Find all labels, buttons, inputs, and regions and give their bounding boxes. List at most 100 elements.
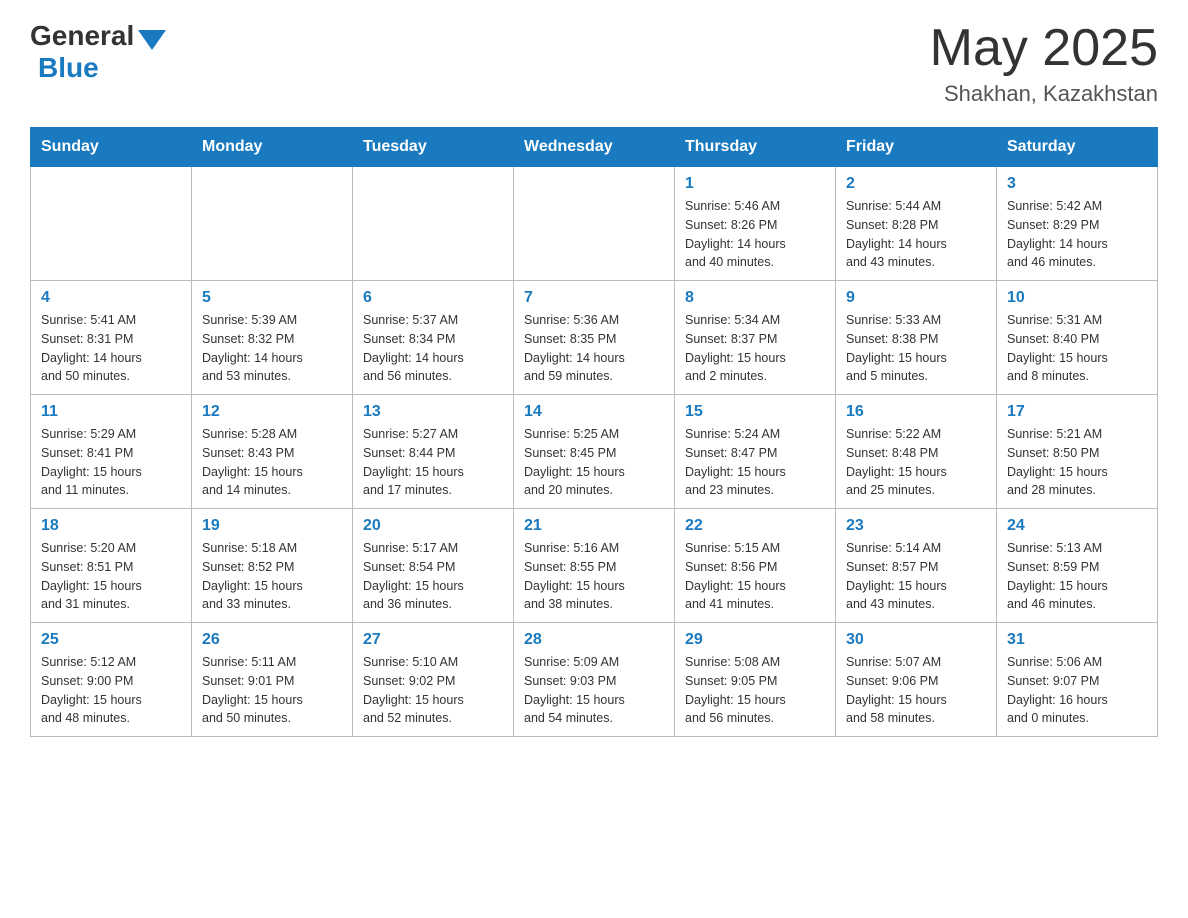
day-info: Sunrise: 5:07 AM Sunset: 9:06 PM Dayligh…: [846, 653, 986, 728]
day-number: 6: [363, 289, 503, 307]
day-number: 14: [524, 403, 664, 421]
day-number: 19: [202, 517, 342, 535]
calendar-cell: 30 Sunrise: 5:07 AM Sunset: 9:06 PM Dayli…: [836, 623, 997, 737]
day-number: 27: [363, 631, 503, 649]
day-info: Sunrise: 5:15 AM Sunset: 8:56 PM Dayligh…: [685, 539, 825, 614]
calendar-cell: 27 Sunrise: 5:10 AM Sunset: 9:02 PM Dayli…: [353, 623, 514, 737]
calendar-cell: 17 Sunrise: 5:21 AM Sunset: 8:50 PM Dayli…: [997, 395, 1158, 509]
day-info: Sunrise: 5:27 AM Sunset: 8:44 PM Dayligh…: [363, 425, 503, 500]
day-info: Sunrise: 5:12 AM Sunset: 9:00 PM Dayligh…: [41, 653, 181, 728]
calendar-cell: 21Sunrise: 5:16 AM Sunset: 8:55 PM Dayli…: [514, 509, 675, 623]
day-number: 21: [524, 517, 664, 535]
day-info: Sunrise: 5:42 AM Sunset: 8:29 PM Dayligh…: [1007, 197, 1147, 272]
weekday-header-row: SundayMondayTuesdayWednesdayThursdayFrid…: [31, 128, 1158, 167]
day-info: Sunrise: 5:18 AM Sunset: 8:52 PM Dayligh…: [202, 539, 342, 614]
day-info: Sunrise: 5:10 AM Sunset: 9:02 PM Dayligh…: [363, 653, 503, 728]
day-number: 11: [41, 403, 181, 421]
day-number: 28: [524, 631, 664, 649]
day-number: 5: [202, 289, 342, 307]
day-info: Sunrise: 5:22 AM Sunset: 8:48 PM Dayligh…: [846, 425, 986, 500]
calendar-cell: 6 Sunrise: 5:37 AM Sunset: 8:34 PM Daylig…: [353, 281, 514, 395]
calendar-cell: 4Sunrise: 5:41 AM Sunset: 8:31 PM Daylig…: [31, 281, 192, 395]
day-number: 23: [846, 517, 986, 535]
day-info: Sunrise: 5:20 AM Sunset: 8:51 PM Dayligh…: [41, 539, 181, 614]
calendar-cell: 15 Sunrise: 5:24 AM Sunset: 8:47 PM Dayli…: [675, 395, 836, 509]
day-number: 8: [685, 289, 825, 307]
logo-general: General: [30, 20, 134, 52]
day-number: 20: [363, 517, 503, 535]
day-number: 29: [685, 631, 825, 649]
day-info: Sunrise: 5:44 AM Sunset: 8:28 PM Dayligh…: [846, 197, 986, 272]
day-number: 18: [41, 517, 181, 535]
calendar-cell: [353, 167, 514, 281]
day-number: 7: [524, 289, 664, 307]
weekday-header-saturday: Saturday: [997, 128, 1158, 167]
weekday-header-wednesday: Wednesday: [514, 128, 675, 167]
day-info: Sunrise: 5:34 AM Sunset: 8:37 PM Dayligh…: [685, 311, 825, 386]
page-header: General Blue May 2025 Shakhan, Kazakhsta…: [30, 20, 1158, 107]
day-number: 9: [846, 289, 986, 307]
calendar-cell: [192, 167, 353, 281]
day-info: Sunrise: 5:36 AM Sunset: 8:35 PM Dayligh…: [524, 311, 664, 386]
day-info: Sunrise: 5:09 AM Sunset: 9:03 PM Dayligh…: [524, 653, 664, 728]
day-info: Sunrise: 5:14 AM Sunset: 8:57 PM Dayligh…: [846, 539, 986, 614]
calendar-cell: 24 Sunrise: 5:13 AM Sunset: 8:59 PM Dayli…: [997, 509, 1158, 623]
calendar-week-4: 18 Sunrise: 5:20 AM Sunset: 8:51 PM Dayli…: [31, 509, 1158, 623]
day-number: 22: [685, 517, 825, 535]
day-number: 13: [363, 403, 503, 421]
day-number: 15: [685, 403, 825, 421]
day-number: 16: [846, 403, 986, 421]
weekday-header-friday: Friday: [836, 128, 997, 167]
calendar-week-5: 25 Sunrise: 5:12 AM Sunset: 9:00 PM Dayli…: [31, 623, 1158, 737]
calendar-cell: 11 Sunrise: 5:29 AM Sunset: 8:41 PM Dayli…: [31, 395, 192, 509]
calendar-table: SundayMondayTuesdayWednesdayThursdayFrid…: [30, 127, 1158, 737]
day-number: 10: [1007, 289, 1147, 307]
day-info: Sunrise: 5:21 AM Sunset: 8:50 PM Dayligh…: [1007, 425, 1147, 500]
calendar-cell: 22 Sunrise: 5:15 AM Sunset: 8:56 PM Dayli…: [675, 509, 836, 623]
calendar-cell: 29 Sunrise: 5:08 AM Sunset: 9:05 PM Dayli…: [675, 623, 836, 737]
day-number: 12: [202, 403, 342, 421]
day-number: 17: [1007, 403, 1147, 421]
day-info: Sunrise: 5:37 AM Sunset: 8:34 PM Dayligh…: [363, 311, 503, 386]
calendar-cell: [514, 167, 675, 281]
location-subtitle: Shakhan, Kazakhstan: [930, 81, 1158, 107]
day-info: Sunrise: 5:08 AM Sunset: 9:05 PM Dayligh…: [685, 653, 825, 728]
logo-arrow-icon: [138, 30, 166, 50]
month-year-title: May 2025: [930, 20, 1158, 77]
day-info: Sunrise: 5:39 AM Sunset: 8:32 PM Dayligh…: [202, 311, 342, 386]
calendar-cell: 26 Sunrise: 5:11 AM Sunset: 9:01 PM Dayli…: [192, 623, 353, 737]
day-info: Sunrise: 5:28 AM Sunset: 8:43 PM Dayligh…: [202, 425, 342, 500]
calendar-cell: 25 Sunrise: 5:12 AM Sunset: 9:00 PM Dayli…: [31, 623, 192, 737]
day-number: 1: [685, 175, 825, 193]
day-number: 30: [846, 631, 986, 649]
day-info: Sunrise: 5:46 AM Sunset: 8:26 PM Dayligh…: [685, 197, 825, 272]
calendar-cell: 14Sunrise: 5:25 AM Sunset: 8:45 PM Dayli…: [514, 395, 675, 509]
day-info: Sunrise: 5:33 AM Sunset: 8:38 PM Dayligh…: [846, 311, 986, 386]
day-number: 25: [41, 631, 181, 649]
logo-blue: Blue: [38, 52, 99, 83]
calendar-cell: 23 Sunrise: 5:14 AM Sunset: 8:57 PM Dayli…: [836, 509, 997, 623]
day-info: Sunrise: 5:17 AM Sunset: 8:54 PM Dayligh…: [363, 539, 503, 614]
calendar-cell: 18 Sunrise: 5:20 AM Sunset: 8:51 PM Dayli…: [31, 509, 192, 623]
weekday-header-sunday: Sunday: [31, 128, 192, 167]
title-block: May 2025 Shakhan, Kazakhstan: [930, 20, 1158, 107]
weekday-header-monday: Monday: [192, 128, 353, 167]
day-info: Sunrise: 5:24 AM Sunset: 8:47 PM Dayligh…: [685, 425, 825, 500]
day-info: Sunrise: 5:13 AM Sunset: 8:59 PM Dayligh…: [1007, 539, 1147, 614]
calendar-week-3: 11 Sunrise: 5:29 AM Sunset: 8:41 PM Dayli…: [31, 395, 1158, 509]
day-number: 31: [1007, 631, 1147, 649]
day-number: 26: [202, 631, 342, 649]
day-info: Sunrise: 5:41 AM Sunset: 8:31 PM Dayligh…: [41, 311, 181, 386]
day-info: Sunrise: 5:31 AM Sunset: 8:40 PM Dayligh…: [1007, 311, 1147, 386]
calendar-cell: 13 Sunrise: 5:27 AM Sunset: 8:44 PM Dayli…: [353, 395, 514, 509]
weekday-header-tuesday: Tuesday: [353, 128, 514, 167]
calendar-cell: 5 Sunrise: 5:39 AM Sunset: 8:32 PM Daylig…: [192, 281, 353, 395]
calendar-cell: 1 Sunrise: 5:46 AM Sunset: 8:26 PM Daylig…: [675, 167, 836, 281]
day-number: 2: [846, 175, 986, 193]
day-info: Sunrise: 5:29 AM Sunset: 8:41 PM Dayligh…: [41, 425, 181, 500]
calendar-week-1: 1 Sunrise: 5:46 AM Sunset: 8:26 PM Daylig…: [31, 167, 1158, 281]
day-info: Sunrise: 5:11 AM Sunset: 9:01 PM Dayligh…: [202, 653, 342, 728]
calendar-cell: 16 Sunrise: 5:22 AM Sunset: 8:48 PM Dayli…: [836, 395, 997, 509]
day-number: 24: [1007, 517, 1147, 535]
logo: General Blue: [30, 20, 166, 84]
